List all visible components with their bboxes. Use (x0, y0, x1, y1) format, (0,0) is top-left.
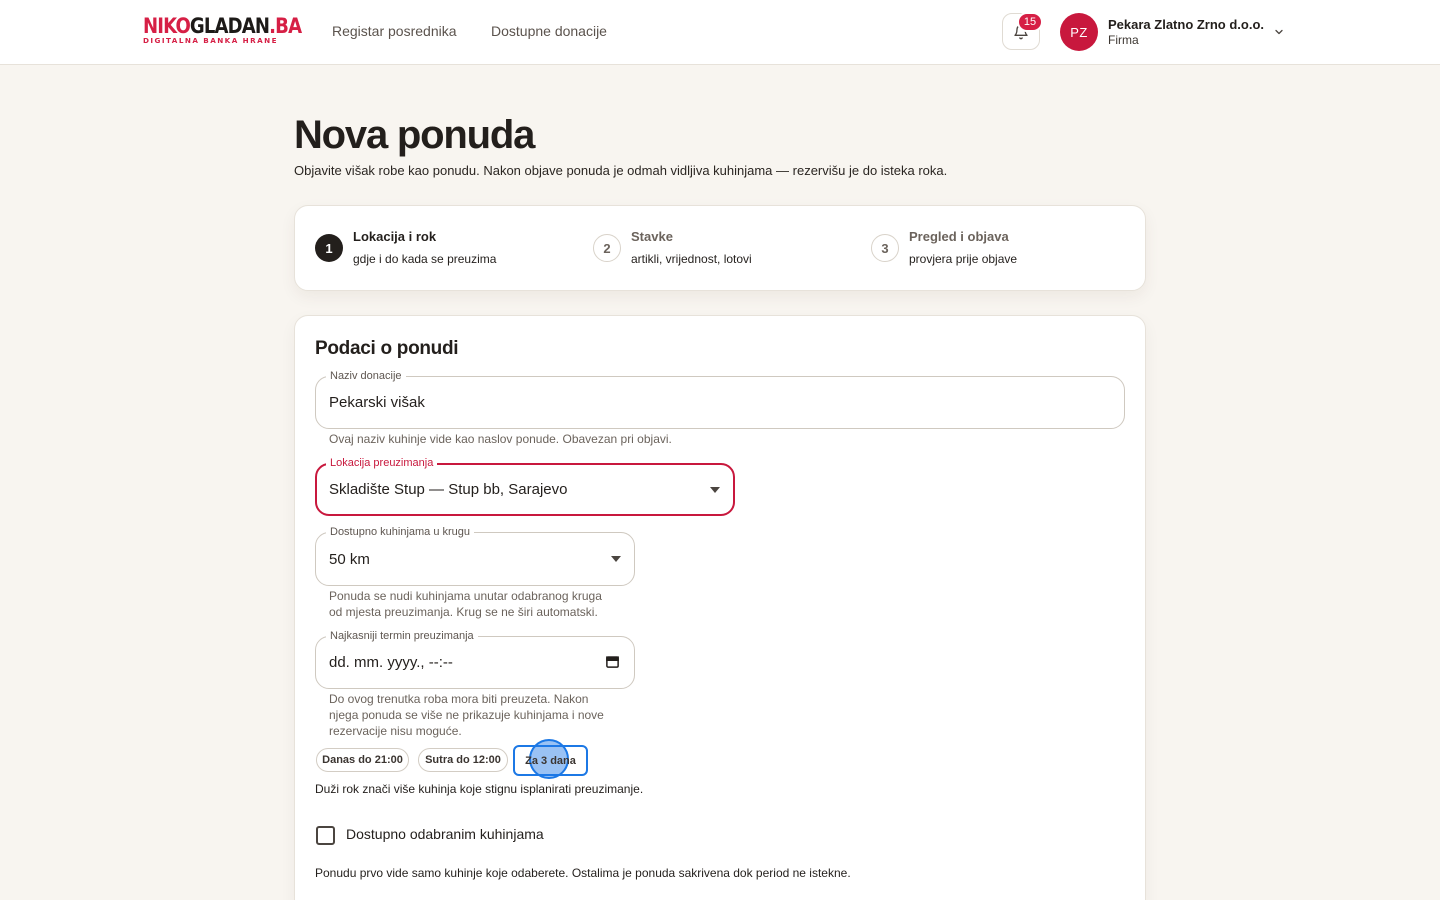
page-subtitle: Objavite višak robe kao ponudu. Nakon ob… (294, 163, 948, 178)
user-name[interactable]: Pekara Zlatno Zrno d.o.o. (1108, 17, 1264, 32)
chip-za-3-dana[interactable]: Za 3 dana (513, 745, 588, 776)
logo[interactable]: NIKOGLADAN.BA DIGITALNA BANKA HRANE (143, 16, 327, 46)
chip-danas-do-2100[interactable]: Danas do 21:00 (316, 748, 409, 772)
step-number: 3 (871, 234, 899, 262)
offer-details-card: Podaci o ponudi Naziv donacije Pekarski … (294, 315, 1146, 900)
wizard-stepper: 1 Lokacija i rok gdje i do kada se preuz… (294, 205, 1146, 291)
field-value[interactable]: Pekarski višak (329, 377, 425, 428)
field-value: 50 km (329, 550, 370, 568)
dropdown-arrow-icon (611, 556, 621, 562)
selected-kitchens-note: Ponudu prvo vide samo kuhinje koje odabe… (315, 866, 851, 880)
field-value[interactable]: dd. mm. yyyy., --:-- (329, 637, 453, 688)
step-description: gdje i do kada se preuzima (353, 252, 497, 266)
helper-line: od mjesta preuzimanja. Krug se ne širi a… (329, 605, 598, 619)
step-description: provjera prije objave (909, 252, 1018, 266)
dropdown-arrow-icon (710, 486, 720, 493)
nav-link-dostupne-donacije[interactable]: Dostupne donacije (491, 23, 607, 39)
step-number: 2 (593, 234, 621, 262)
step-number: 1 (315, 234, 343, 262)
helper-line: Ponuda se nudi kuhinjama unutar odabrano… (329, 589, 602, 603)
selected-kitchens-label[interactable]: Dostupno odabranim kuhinjama (346, 826, 544, 842)
donation-name-input[interactable]: Naziv donacije Pekarski višak (315, 369, 1125, 429)
donation-name-helper: Ovaj naziv kuhinje vide kao naslov ponud… (329, 432, 672, 446)
chip-sutra-do-1200[interactable]: Sutra do 12:00 (418, 748, 508, 772)
radius-select[interactable]: Dostupno kuhinjama u krugu 50 km (315, 525, 635, 586)
radius-helper: Ponuda se nudi kuhinjama unutar odabrano… (329, 588, 602, 620)
deadline-helper: Do ovog trenutka roba mora biti preuzeta… (329, 691, 604, 739)
section-title: Podaci o ponudi (315, 338, 459, 359)
step-title: Stavke (631, 229, 673, 244)
user-role: Firma (1108, 33, 1139, 47)
step-title: Lokacija i rok (353, 229, 437, 244)
top-navigation-bar: NIKOGLADAN.BA DIGITALNA BANKA HRANE Regi… (0, 0, 1440, 65)
logo-wordmark: NIKOGLADAN.BA (143, 14, 302, 38)
helper-line: njega ponuda se više ne prikazuje kuhinj… (329, 708, 604, 722)
deadline-note: Duži rok znači više kuhinja koje stignu … (315, 782, 644, 796)
step-description: artikli, vrijednost, lotovi (631, 252, 752, 266)
helper-line: Do ovog trenutka roba mora biti preuzeta… (329, 692, 589, 706)
selected-kitchens-checkbox[interactable] (316, 826, 335, 845)
calendar-icon[interactable] (605, 654, 620, 669)
user-avatar[interactable]: PZ (1060, 13, 1098, 51)
notification-count-badge: 15 (1017, 12, 1043, 32)
page-title: Nova ponuda (294, 113, 535, 157)
chevron-down-icon[interactable] (1273, 26, 1285, 38)
step-title: Pregled i objava (909, 229, 1009, 244)
field-value: Skladište Stup — Stup bb, Sarajevo (329, 481, 568, 498)
helper-line: rezervacije nisu moguće. (329, 724, 462, 738)
pickup-deadline-input[interactable]: Najkasniji termin preuzimanja dd. mm. yy… (315, 629, 635, 689)
nav-link-registar-posrednika[interactable]: Registar posrednika (332, 23, 457, 39)
pickup-location-select[interactable]: Lokacija preuzimanja Skladište Stup — St… (315, 456, 735, 516)
